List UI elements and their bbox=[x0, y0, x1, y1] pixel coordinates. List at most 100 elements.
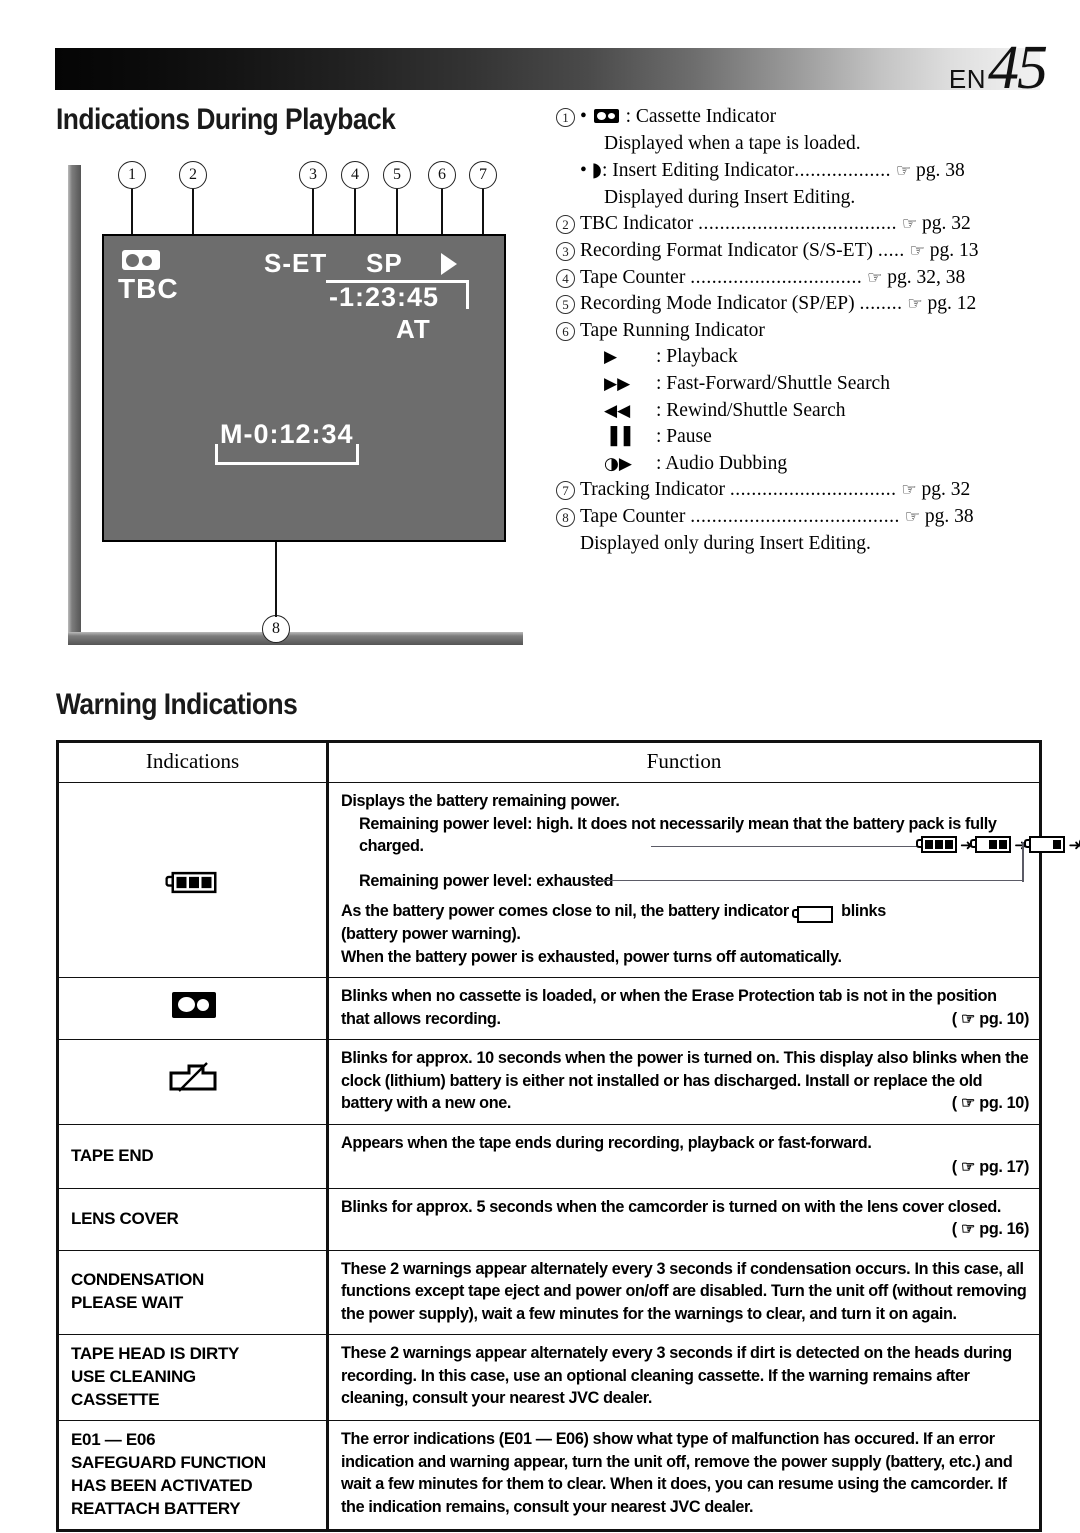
indication-cassette-cell bbox=[57, 977, 328, 1040]
warning-indications-table: Indications Function Displays the batter… bbox=[56, 740, 1080, 1532]
function-condensation-cell: These 2 warnings appear alternately ever… bbox=[326, 1249, 1041, 1335]
battery-sequence-graphic: ➜ ➜ ➜ bbox=[341, 832, 1080, 862]
tbc-indicator: TBC bbox=[118, 273, 179, 304]
callout-1: 1 bbox=[118, 161, 146, 189]
section-title-warnings: Warning Indications bbox=[56, 688, 298, 721]
page-ref: ( ☞ pg. 16) bbox=[951, 1220, 1030, 1238]
legend-number-2: 2 bbox=[556, 215, 575, 235]
callout-5: 5 bbox=[383, 161, 411, 189]
legend-8-label: Tape Counter bbox=[580, 505, 686, 527]
legend-3-page-ref: pg. 13 bbox=[929, 239, 979, 261]
callout-2: 2 bbox=[179, 161, 207, 189]
legend-5-label: Recording Mode Indicator (SP/EP) bbox=[580, 293, 855, 315]
indication-tape-head-dirty-cell: TAPE HEAD IS DIRTY USE CLEANING CASSETTE bbox=[57, 1334, 328, 1421]
legend-item-4: 4 Tape Counter .........................… bbox=[556, 265, 1048, 292]
flow-connector-vertical bbox=[1022, 841, 1024, 882]
indication-tape-end-cell: TAPE END bbox=[57, 1123, 328, 1189]
flow-connector-top bbox=[651, 845, 921, 848]
page-ref: ( ☞ pg. 10) bbox=[951, 1009, 1030, 1028]
tape-running-playback: ▶: Playback bbox=[580, 344, 1048, 371]
legend-1-page-ref: pg. 38 bbox=[915, 160, 965, 182]
play-icon: ▶ bbox=[604, 347, 618, 368]
page-header: EN 45 bbox=[0, 0, 1080, 100]
insert-edit-icon: ◗ bbox=[591, 158, 602, 182]
lcd-screen: TBC S-ET SP -1:23:45 AT M-0:12:34 bbox=[102, 234, 506, 542]
recording-mode-indicator: SP bbox=[366, 248, 403, 278]
page-ref: ( ☞ pg. 10) bbox=[951, 1094, 1030, 1112]
legend-item-3: 3 Recording Format Indicator (S/S-ET) ..… bbox=[556, 238, 1048, 265]
playback-display-figure: 1 2 3 4 5 6 7 8 TBC S-ET SP -1:23:45 AT … bbox=[56, 155, 526, 660]
legend-item-7: 7 Tracking Indicator ...................… bbox=[556, 477, 1048, 504]
pointing-hand-icon: ☞ bbox=[901, 480, 917, 501]
tape-running-audio-dub: ◑▶: Audio Dubbing bbox=[580, 451, 1048, 478]
legend-8-page-ref: pg. 38 bbox=[924, 505, 974, 527]
cassette-icon bbox=[171, 991, 216, 1018]
page-number-block: EN 45 bbox=[948, 34, 1048, 102]
clock-battery-icon bbox=[167, 1061, 221, 1095]
table-row: TAPE HEAD IS DIRTY USE CLEANING CASSETTE… bbox=[57, 1334, 1041, 1421]
pointing-hand-icon: ☞ bbox=[907, 294, 923, 315]
table-row: Blinks when no cassette is loaded, or wh… bbox=[57, 977, 1041, 1040]
callout-8: 8 bbox=[262, 615, 290, 643]
column-header-indications: Indications bbox=[57, 741, 328, 783]
insert-counter-rail-bottom bbox=[215, 462, 359, 465]
function-tape-end-cell: Appears when the tape ends during record… bbox=[326, 1123, 1041, 1189]
header-gradient-bar bbox=[55, 48, 1040, 90]
table-row: Displays the battery remaining power. Re… bbox=[57, 782, 1080, 978]
tape-counter-main: -1:23:45 bbox=[329, 282, 440, 312]
legend-number-6: 6 bbox=[556, 321, 575, 341]
tracking-indicator: AT bbox=[396, 314, 431, 344]
page-ref: ( ☞ pg. 17) bbox=[951, 1158, 1030, 1176]
tape-running-fastforward: ▶▶: Fast-Forward/Shuttle Search bbox=[580, 371, 1048, 398]
indication-lens-cover-cell: LENS COVER bbox=[57, 1187, 328, 1251]
leader-6 bbox=[441, 189, 443, 235]
function-cassette-cell: Blinks when no cassette is loaded, or wh… bbox=[326, 977, 1041, 1040]
table-header-row: Indications Function bbox=[57, 741, 1041, 783]
audio-dubbing-icon: ◑▶ bbox=[604, 453, 632, 474]
table-row: LENS COVER Blinks for approx. 5 seconds … bbox=[57, 1187, 1041, 1251]
pointing-hand-icon: ☞ bbox=[904, 506, 920, 527]
legend-2-page-ref: pg. 32 bbox=[921, 213, 971, 235]
legend-item-5: 5 Recording Mode Indicator (SP/EP) .....… bbox=[556, 291, 1048, 318]
legend-4-label: Tape Counter bbox=[580, 266, 686, 288]
page-number: 45 bbox=[988, 34, 1048, 102]
section-title-playback: Indications During Playback bbox=[56, 103, 396, 136]
legend-1-line-d: Displayed during Insert Editing. bbox=[604, 186, 856, 208]
table-row: Blinks for approx. 10 seconds when the p… bbox=[57, 1039, 1041, 1125]
legend-7-page-ref: pg. 32 bbox=[921, 479, 971, 501]
legend-8-note: Displayed only during Insert Editing. bbox=[580, 532, 871, 554]
leader-5 bbox=[396, 189, 398, 235]
counter-rail-right bbox=[466, 280, 469, 309]
pointing-hand-icon: ☞ bbox=[901, 214, 918, 235]
legend-3-label: Recording Format Indicator (S/S-ET) bbox=[580, 239, 873, 261]
indication-condensation-cell: CONDENSATION PLEASE WAIT bbox=[57, 1249, 328, 1335]
legend-number-7: 7 bbox=[556, 481, 575, 501]
tape-counter-insert: M-0:12:34 bbox=[220, 419, 354, 449]
rewind-icon: ◀◀ bbox=[604, 400, 631, 421]
battery-line-4: As the battery power comes close to nil,… bbox=[341, 900, 1029, 923]
legend-number-3: 3 bbox=[556, 241, 575, 261]
figure-frame-horizontal bbox=[68, 632, 523, 645]
legend-1-line-a: • : Cassette Indicator bbox=[580, 106, 777, 127]
leader-3 bbox=[312, 189, 314, 235]
legend-column: 1 • : Cassette Indicator Displayed when … bbox=[556, 104, 1048, 557]
tape-running-rewind: ◀◀: Rewind/Shuttle Search bbox=[580, 398, 1048, 425]
legend-7-label: Tracking Indicator bbox=[580, 479, 725, 501]
fast-forward-icon: ▶▶ bbox=[604, 373, 631, 394]
indication-error-codes-cell: E01 — E06 SAFEGUARD FUNCTION HAS BEEN AC… bbox=[57, 1420, 328, 1531]
pointing-hand-icon: ☞ bbox=[895, 161, 912, 182]
language-code: EN bbox=[948, 64, 986, 94]
battery-line-6: When the battery power is exhausted, pow… bbox=[341, 947, 842, 966]
table-row: CONDENSATION PLEASE WAIT These 2 warning… bbox=[57, 1249, 1041, 1335]
legend-1-line-c: • ◗: Insert Editing Indicator...........… bbox=[580, 158, 965, 182]
battery-line-5: (battery power warning). bbox=[341, 925, 521, 943]
legend-5-page-ref: pg. 12 bbox=[927, 293, 977, 315]
pause-icon: ▐▐ bbox=[604, 427, 631, 448]
legend-2-label: TBC Indicator bbox=[580, 213, 694, 235]
legend-number-5: 5 bbox=[556, 295, 575, 315]
flow-connector-bottom bbox=[589, 879, 1024, 882]
legend-item-8: 8 Tape Counter .........................… bbox=[556, 504, 1048, 557]
battery-blink-word: blinks bbox=[841, 902, 886, 920]
cassette-icon bbox=[122, 250, 160, 270]
tape-running-pause: ▐▐: Pause bbox=[580, 424, 1048, 451]
